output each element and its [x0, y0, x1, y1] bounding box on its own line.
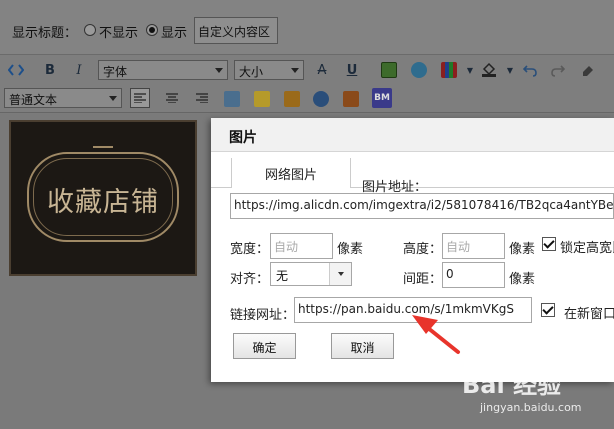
chevron-down-icon — [291, 68, 299, 73]
eraser-icon[interactable] — [578, 60, 598, 80]
link-icon[interactable] — [313, 91, 329, 107]
image-url-input[interactable]: https://img.alicdn.com/imgextra/i2/58107… — [230, 193, 614, 219]
align-select-value: 无 — [276, 269, 289, 283]
emoticon-icon[interactable] — [254, 91, 270, 107]
custom-content-input[interactable]: 自定义内容区 — [194, 17, 278, 44]
title-settings-row: 显示标题： 不显示 显示 自定义内容区 — [0, 0, 614, 55]
watermark-brand: Bai 经验 — [462, 371, 562, 399]
width-label: 宽度： — [230, 242, 270, 257]
font-size-select-label: 大小 — [239, 65, 264, 79]
chevron-down-icon[interactable]: ▼ — [500, 60, 520, 80]
align-right-icon[interactable] — [192, 88, 212, 108]
insert-flash-icon[interactable] — [411, 62, 427, 78]
tab-web-image[interactable]: 网络图片 — [231, 158, 351, 188]
lock-ratio-label: 锁定高宽比 — [560, 241, 614, 256]
width-unit: 像素 — [337, 242, 364, 257]
radio-hide-title[interactable] — [84, 24, 96, 36]
spacing-label: 间距： — [403, 272, 443, 287]
bm-button[interactable]: BM — [372, 88, 392, 108]
font-family-select-label: 字体 — [103, 65, 128, 79]
link-url-label: 链接网址： — [230, 308, 296, 323]
insert-media-icon[interactable] — [284, 91, 300, 107]
spacing-input[interactable]: 0 — [442, 262, 505, 288]
undo-icon[interactable] — [520, 60, 540, 80]
insert-module-icon[interactable] — [343, 91, 359, 107]
editor-toolbar: B I 字体 大小 A U ▼ ▼ 普通文本 BM — [0, 55, 614, 113]
underline-button[interactable]: U — [342, 60, 362, 80]
align-select[interactable]: 无 — [270, 262, 352, 286]
height-label: 高度： — [403, 242, 443, 257]
bold-button[interactable]: B — [40, 60, 60, 80]
font-size-select[interactable]: 大小 — [234, 60, 304, 80]
fill-color-icon[interactable] — [481, 61, 497, 77]
paragraph-format-select-label: 普通文本 — [9, 93, 58, 107]
radio-show-title-label[interactable]: 显示 — [161, 22, 187, 41]
show-title-label: 显示标题： — [12, 26, 78, 41]
font-family-select[interactable]: 字体 — [98, 60, 228, 80]
redo-icon[interactable] — [548, 60, 568, 80]
align-center-icon[interactable] — [162, 88, 182, 108]
dialog-header: 图片 — [211, 118, 614, 152]
chevron-down-icon — [215, 68, 223, 73]
radio-show-title[interactable] — [146, 24, 158, 36]
image-dialog: 图片 网络图片 图片地址： https://img.alicdn.com/img… — [211, 118, 614, 382]
watermark-domain: jingyan.baidu.com — [480, 401, 582, 414]
source-code-icon[interactable] — [6, 60, 26, 80]
link-url-input[interactable]: https://pan.baidu.com/s/1mkmVKgS — [294, 297, 532, 323]
paragraph-format-select[interactable]: 普通文本 — [4, 88, 122, 108]
new-window-checkbox[interactable] — [541, 303, 555, 317]
chevron-down-icon[interactable] — [329, 263, 351, 285]
new-window-label: 在新窗口中 — [564, 307, 614, 322]
strikethrough-button[interactable]: A — [312, 60, 332, 80]
align-left-icon[interactable] — [130, 88, 150, 108]
align-label: 对齐： — [230, 272, 270, 287]
italic-button[interactable]: I — [69, 60, 89, 80]
height-input[interactable]: 自动 — [442, 233, 505, 259]
lock-ratio-checkbox[interactable] — [542, 237, 556, 251]
spacing-unit: 像素 — [509, 272, 536, 287]
logo-text: 收藏店铺 — [47, 187, 159, 218]
dialog-title: 图片 — [229, 130, 257, 146]
cancel-button[interactable]: 取消 — [331, 333, 394, 359]
insert-image-icon[interactable] — [381, 62, 397, 78]
ok-button[interactable]: 确定 — [233, 333, 296, 359]
radio-hide-title-label[interactable]: 不显示 — [99, 22, 138, 41]
crown-ornament-icon — [93, 134, 113, 148]
height-unit: 像素 — [509, 242, 536, 257]
baidu-jingyan-watermark: Bai 经验 jingyan.baidu.com — [462, 365, 612, 425]
chevron-down-icon — [109, 96, 117, 101]
chevron-down-icon[interactable]: ▼ — [460, 60, 480, 80]
color-table-icon[interactable] — [441, 62, 457, 78]
width-input[interactable]: 自动 — [270, 233, 333, 259]
store-logo-image: 收藏店铺 — [9, 120, 197, 276]
insert-table-icon[interactable] — [224, 91, 240, 107]
